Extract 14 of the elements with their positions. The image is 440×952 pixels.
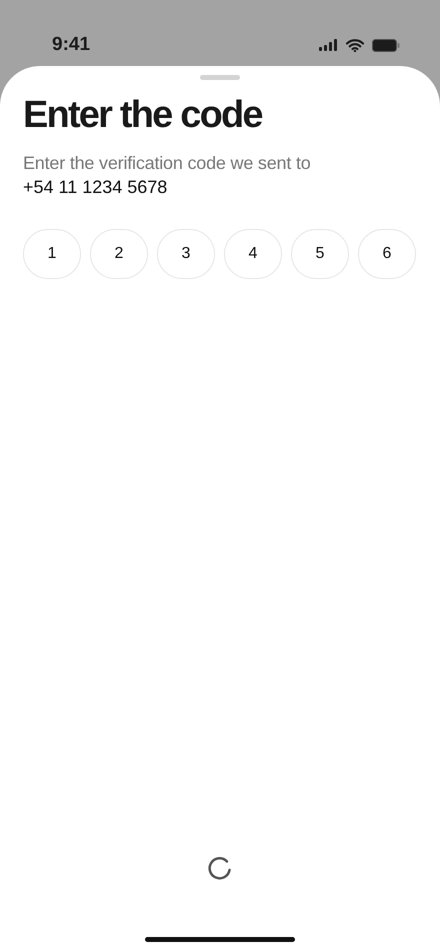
wifi-icon [346,38,364,52]
signal-icon [319,39,338,51]
battery-icon [372,38,400,52]
code-digit-field[interactable]: 4 [224,228,282,279]
phone-number: +54 11 1234 5678 [23,176,168,199]
code-digit-field[interactable]: 3 [157,228,215,279]
status-time: 9:41 [52,32,90,57]
code-digit-field[interactable]: 1 [23,228,81,279]
code-digit-field[interactable]: 5 [291,228,349,279]
code-digit-field[interactable]: 2 [90,228,148,279]
drag-handle[interactable] [200,75,240,80]
instruction-text: Enter the verification code we sent to [23,152,312,175]
code-digit-field[interactable]: 6 [358,228,416,279]
sheet-title: Enter the code [23,93,264,138]
